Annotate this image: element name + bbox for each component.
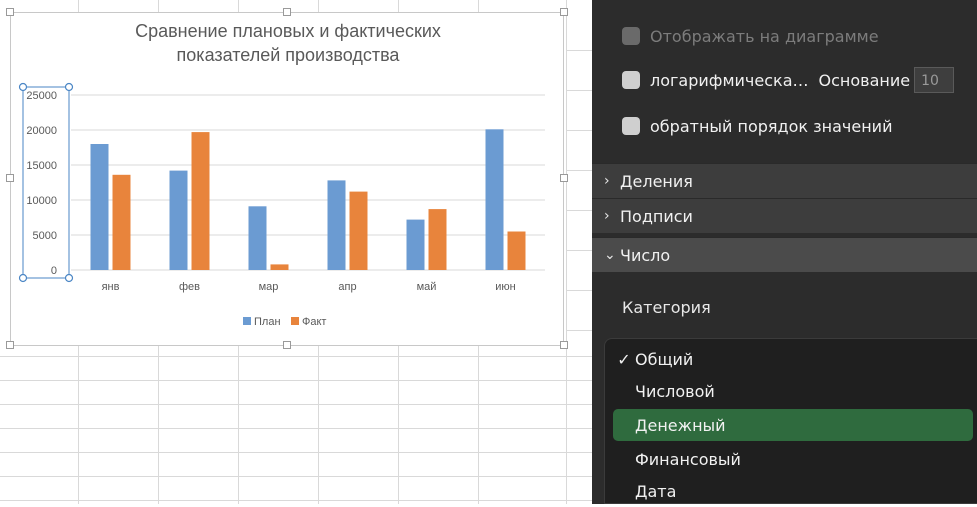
section-ticks[interactable]: › Деления <box>592 163 977 198</box>
resize-handle-top-right[interactable] <box>560 8 568 16</box>
option-label: Денежный <box>635 415 726 435</box>
grid-row-line <box>566 210 592 211</box>
section-number[interactable]: ⌄ Число <box>592 237 977 272</box>
reverse-order-checkbox[interactable] <box>622 117 640 135</box>
y-tick-label: 10000 <box>26 195 57 207</box>
bar-plan <box>90 144 109 270</box>
section-ticks-label: Деления <box>620 171 693 191</box>
spreadsheet-grid[interactable]: Сравнение плановых и фактических показат… <box>0 0 592 504</box>
grid-row-line <box>566 170 592 171</box>
y-tick-label: 0 <box>51 265 57 277</box>
chevron-right-icon: › <box>604 173 610 189</box>
chevron-down-icon: ⌄ <box>604 247 616 263</box>
category-option-currency[interactable]: Денежный <box>613 409 973 441</box>
show-on-chart-checkbox[interactable] <box>622 27 640 45</box>
x-tick-label: янв <box>102 281 120 293</box>
reverse-order-row[interactable]: обратный порядок значений <box>592 114 977 138</box>
category-option-number[interactable]: Числовой <box>613 375 973 407</box>
category-option-date[interactable]: Дата <box>613 475 973 507</box>
bar-plan <box>327 180 346 270</box>
resize-handle-bottom-left[interactable] <box>6 341 14 349</box>
axis-selection-handle <box>18 273 28 283</box>
legend-label: План <box>254 316 281 328</box>
chart-plot[interactable]: 0 5000 10000 15000 20000 25000 янв фев мар апр май… <box>11 13 565 347</box>
option-label: Финансовый <box>635 449 741 469</box>
axis-selection-handle <box>18 82 28 92</box>
grid-row-line <box>566 330 592 331</box>
y-tick-label: 15000 <box>26 160 57 172</box>
grid-row-line <box>566 90 592 91</box>
option-label: Общий <box>635 349 694 369</box>
grid-row-line <box>566 130 592 131</box>
grid-row-line <box>0 356 592 357</box>
category-option-accounting[interactable]: Финансовый <box>613 443 973 475</box>
resize-handle-bottom-right[interactable] <box>560 341 568 349</box>
y-tick-label: 5000 <box>33 230 57 242</box>
log-scale-checkbox[interactable] <box>622 71 640 89</box>
y-tick-label: 25000 <box>26 90 57 102</box>
bar-fact <box>112 174 131 270</box>
grid-row-line <box>566 250 592 251</box>
resize-handle-bottom[interactable] <box>283 341 291 349</box>
grid-col-line <box>566 0 567 504</box>
section-labels-label: Подписи <box>620 206 693 226</box>
category-label: Категория <box>622 298 711 317</box>
grid-row-line <box>0 380 592 381</box>
format-axis-panel: Отображать на диаграмме логарифмическа… … <box>592 0 977 504</box>
bar-plan <box>169 170 188 270</box>
grid-row-line <box>566 290 592 291</box>
section-labels[interactable]: › Подписи <box>592 198 977 233</box>
option-label: Дата <box>635 481 677 501</box>
log-scale-label: логарифмическа… <box>650 70 809 90</box>
log-scale-row[interactable]: логарифмическа… Основание 10 <box>592 66 977 94</box>
axis-selection-handle <box>64 82 74 92</box>
bar-fact <box>507 231 526 270</box>
show-on-chart-label: Отображать на диаграмме <box>650 26 879 46</box>
section-number-label: Число <box>620 245 671 265</box>
resize-handle-right[interactable] <box>560 174 568 182</box>
category-dropdown-list[interactable]: ✓ Общий Числовой Денежный Финансовый Дат… <box>604 338 977 504</box>
grid-row-line <box>566 50 592 51</box>
bar-plan <box>406 219 425 270</box>
bar-fact <box>428 209 447 270</box>
category-option-general[interactable]: ✓ Общий <box>613 343 973 375</box>
chart-object[interactable]: Сравнение плановых и фактических показат… <box>10 12 564 346</box>
base-input[interactable]: 10 <box>914 67 955 93</box>
grid-row-line <box>0 476 592 477</box>
show-on-chart-row[interactable]: Отображать на диаграмме <box>592 24 977 48</box>
x-tick-label: апр <box>338 281 356 293</box>
legend-swatch <box>291 317 299 325</box>
x-tick-label: июн <box>495 281 515 293</box>
grid-row-line <box>0 404 592 405</box>
bar-fact <box>270 264 289 270</box>
resize-handle-top[interactable] <box>283 8 291 16</box>
grid-row-line <box>0 500 592 501</box>
y-tick-label: 20000 <box>26 125 57 137</box>
chevron-right-icon: › <box>604 208 610 224</box>
resize-handle-top-left[interactable] <box>6 8 14 16</box>
x-tick-label: мар <box>259 281 279 293</box>
x-tick-label: май <box>417 281 437 293</box>
base-label: Основание <box>818 70 911 90</box>
axis-selection-handle <box>64 273 74 283</box>
bar-fact <box>191 132 210 270</box>
bar-fact <box>349 191 368 270</box>
grid-row-line <box>0 452 592 453</box>
legend-label: Факт <box>302 316 326 328</box>
bar-plan <box>248 206 267 270</box>
legend-swatch <box>243 317 251 325</box>
resize-handle-left[interactable] <box>6 174 14 182</box>
x-tick-label: фев <box>179 281 200 293</box>
selected-axis-frame <box>22 86 70 279</box>
grid-row-line <box>0 428 592 429</box>
checkmark-icon: ✓ <box>617 349 631 369</box>
option-label: Числовой <box>635 381 715 401</box>
reverse-order-label: обратный порядок значений <box>650 116 893 136</box>
bar-plan <box>485 129 504 270</box>
